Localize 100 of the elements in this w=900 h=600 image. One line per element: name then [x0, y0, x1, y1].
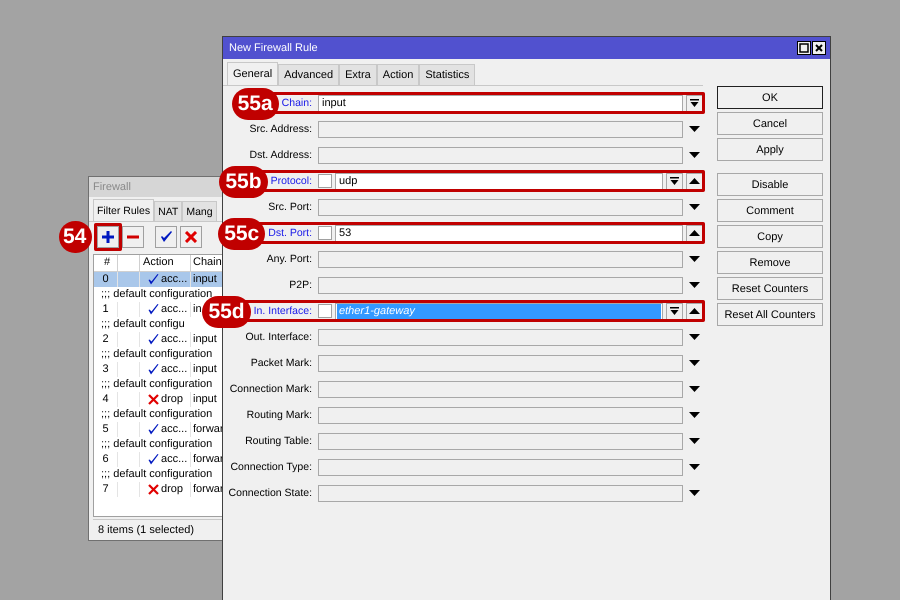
tab[interactable]: Action	[376, 64, 420, 85]
field-label: P2P:	[289, 279, 312, 291]
dialog-button[interactable]: Apply	[717, 138, 823, 161]
table-cell: 0	[94, 272, 118, 287]
input-field[interactable]	[318, 484, 683, 502]
comment-text: ;;; default configuration	[101, 437, 212, 452]
table-cell: 6	[94, 452, 118, 467]
dialog-button[interactable]: Reset Counters	[717, 277, 823, 300]
table-cell: 2	[94, 332, 118, 347]
dropdown-arrow-icon[interactable]	[689, 464, 700, 470]
input-field[interactable]	[318, 250, 683, 268]
tab[interactable]: Filter Rules	[93, 199, 154, 221]
check-icon	[148, 334, 159, 345]
triangle-up-icon	[689, 308, 700, 314]
input-field[interactable]: 53	[335, 224, 683, 242]
comment-text: ;;; default configuration	[101, 377, 212, 392]
tab[interactable]: General	[227, 62, 278, 85]
dropdown-arrow-icon[interactable]	[689, 282, 700, 288]
checkbox[interactable]	[318, 304, 332, 318]
table-cell: drop	[161, 392, 184, 407]
table-cell: acc...	[161, 422, 188, 437]
field-label: Packet Mark:	[250, 357, 312, 369]
field-label: Protocol:	[270, 175, 312, 187]
field-label: In. Interface:	[254, 305, 312, 317]
input-field[interactable]	[318, 432, 683, 450]
arrow-down-to-bar-icon	[690, 98, 699, 108]
column-header[interactable]: #	[94, 255, 118, 271]
dropdown-button[interactable]	[666, 302, 683, 320]
tab[interactable]: Advanced	[278, 64, 340, 85]
input-field[interactable]	[318, 328, 683, 346]
dropdown-arrow-icon[interactable]	[689, 360, 700, 366]
field-label: Routing Mark:	[246, 409, 312, 421]
dropdown-button[interactable]	[666, 172, 683, 190]
input-field[interactable]	[318, 120, 683, 138]
triangle-up-icon	[689, 178, 700, 184]
dialog-button[interactable]: Disable	[717, 173, 823, 196]
table-cell: 4	[94, 392, 118, 407]
cross-icon	[185, 231, 197, 243]
enable-button[interactable]	[155, 226, 177, 248]
tab[interactable]: Mang	[182, 201, 217, 221]
comment-text: ;;; default configuration	[101, 407, 212, 422]
input-field[interactable]	[318, 146, 683, 164]
input-field[interactable]	[318, 276, 683, 294]
maximize-icon[interactable]	[797, 41, 811, 55]
input-field[interactable]: input	[318, 94, 683, 112]
dropdown-arrow-icon[interactable]	[689, 126, 700, 132]
remove-button[interactable]	[122, 226, 144, 248]
add-button[interactable]	[97, 226, 119, 248]
input-field[interactable]	[318, 406, 683, 424]
table-cell: 3	[94, 362, 118, 377]
field-label: Connection Type:	[230, 461, 312, 473]
input-field[interactable]	[318, 354, 683, 372]
tab[interactable]: Statistics	[419, 64, 476, 85]
field-label: Src. Port:	[268, 201, 312, 213]
dropdown-arrow-icon[interactable]	[689, 334, 700, 340]
field-label: Connection Mark:	[230, 383, 312, 395]
close-icon[interactable]	[812, 41, 826, 55]
dialog-button[interactable]: Reset All Counters	[717, 303, 823, 326]
dropdown-arrow-icon[interactable]	[689, 490, 700, 496]
window-title: New Firewall Rule	[229, 42, 318, 54]
table-cell: 1	[94, 302, 118, 317]
dialog-button[interactable]: Cancel	[717, 112, 823, 135]
checkbox[interactable]	[318, 226, 332, 240]
check-icon	[148, 364, 159, 375]
table-cell: acc...	[161, 332, 188, 347]
callout-badge: 55c	[218, 218, 266, 250]
tab[interactable]: Extra	[339, 64, 377, 85]
callout-badge: 55d	[202, 296, 251, 328]
field-label: Dst. Port:	[268, 227, 312, 239]
comment-text: ;;; default configu	[101, 317, 185, 332]
check-icon	[148, 304, 159, 315]
comment-text: ;;; default configuration	[101, 347, 212, 362]
dropdown-arrow-icon[interactable]	[689, 412, 700, 418]
table-cell: acc...	[161, 302, 188, 317]
input-field[interactable]: udp	[335, 172, 663, 190]
check-icon	[160, 231, 172, 243]
input-field[interactable]	[318, 380, 683, 398]
dropdown-arrow-icon[interactable]	[689, 386, 700, 392]
table-cell: acc...	[161, 362, 188, 377]
field-label: Any. Port:	[266, 253, 312, 265]
triangle-up-icon	[689, 230, 700, 236]
field-label: Routing Table:	[245, 435, 312, 447]
dialog-button[interactable]: OK	[717, 86, 823, 109]
dialog-button[interactable]: Copy	[717, 225, 823, 248]
field-label: Src. Address:	[250, 123, 312, 135]
callout-badge: 55b	[219, 166, 268, 198]
tab[interactable]: NAT	[154, 201, 182, 221]
dropdown-arrow-icon[interactable]	[689, 204, 700, 210]
input-field[interactable]	[318, 198, 683, 216]
checkbox[interactable]	[318, 174, 332, 188]
dialog-button[interactable]: Comment	[717, 199, 823, 222]
dropdown-arrow-icon[interactable]	[689, 256, 700, 262]
dropdown-arrow-icon[interactable]	[689, 152, 700, 158]
dialog-button[interactable]: Remove	[717, 251, 823, 274]
check-icon	[148, 424, 159, 435]
column-header[interactable]: Action	[140, 255, 191, 271]
plus-icon	[102, 231, 114, 243]
dropdown-arrow-icon[interactable]	[689, 438, 700, 444]
input-field[interactable]	[318, 458, 683, 476]
disable-button[interactable]	[180, 226, 202, 248]
